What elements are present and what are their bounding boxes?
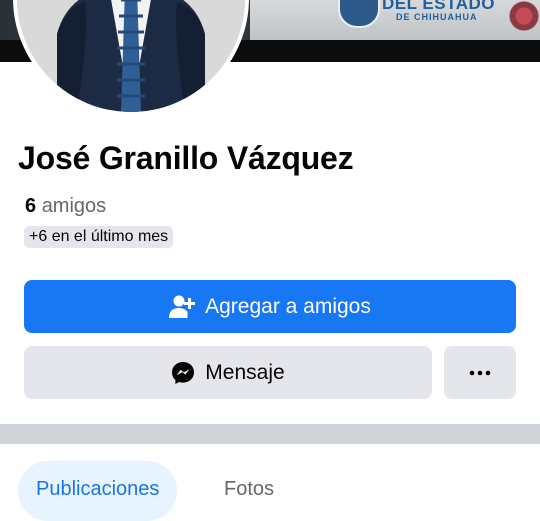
messenger-icon [172, 361, 195, 384]
recent-friends-badge: +6 en el último mes [24, 226, 174, 248]
cover-text-line2: DE CHIHUAHUA [396, 12, 478, 22]
profile-avatar[interactable] [13, 0, 249, 116]
message-button[interactable]: Mensaje [24, 346, 432, 399]
add-friend-label: Agregar a amigos [205, 294, 371, 318]
message-label: Mensaje [205, 360, 285, 384]
more-options-button[interactable] [444, 346, 516, 399]
friends-count: 6 [25, 195, 37, 217]
add-friend-button[interactable]: Agregar a amigos [24, 280, 516, 333]
section-divider [0, 424, 540, 444]
profile-name: José Granillo Vázquez [18, 140, 354, 176]
friends-count-link[interactable]: 6 amigos [25, 195, 106, 218]
avatar-person-image [17, 0, 245, 112]
friends-label: amigos [41, 195, 107, 217]
tab-publicaciones[interactable]: Publicaciones [18, 461, 178, 521]
tab-fotos[interactable]: Fotos [224, 478, 274, 501]
add-friend-icon [169, 295, 196, 318]
more-dots-icon [469, 370, 491, 375]
cover-flower-decoration [500, 0, 540, 40]
